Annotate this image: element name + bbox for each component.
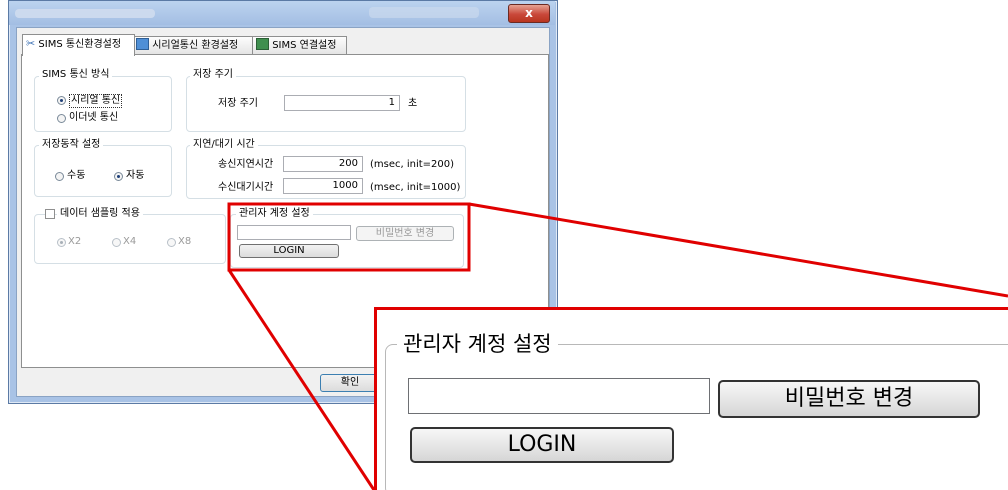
callout-line-left xyxy=(227,269,376,490)
tab-sims-comm-settings[interactable]: ✂ SIMS 통신환경설정 xyxy=(22,34,135,56)
zoom-frame: 관리자 계정 설정 비밀번호 변경 LOGIN xyxy=(374,307,1008,490)
tab-label: SIMS 통신환경설정 xyxy=(38,39,122,50)
zoom-title: 관리자 계정 설정 xyxy=(397,330,558,358)
zoom-password-input xyxy=(408,378,710,414)
zoom-change-password-button: 비밀번호 변경 xyxy=(718,380,980,418)
callout-line-top xyxy=(468,202,1008,298)
zoom-login-button: LOGIN xyxy=(410,427,674,463)
highlight-box xyxy=(227,202,471,272)
tools-icon: ✂ xyxy=(26,37,36,50)
